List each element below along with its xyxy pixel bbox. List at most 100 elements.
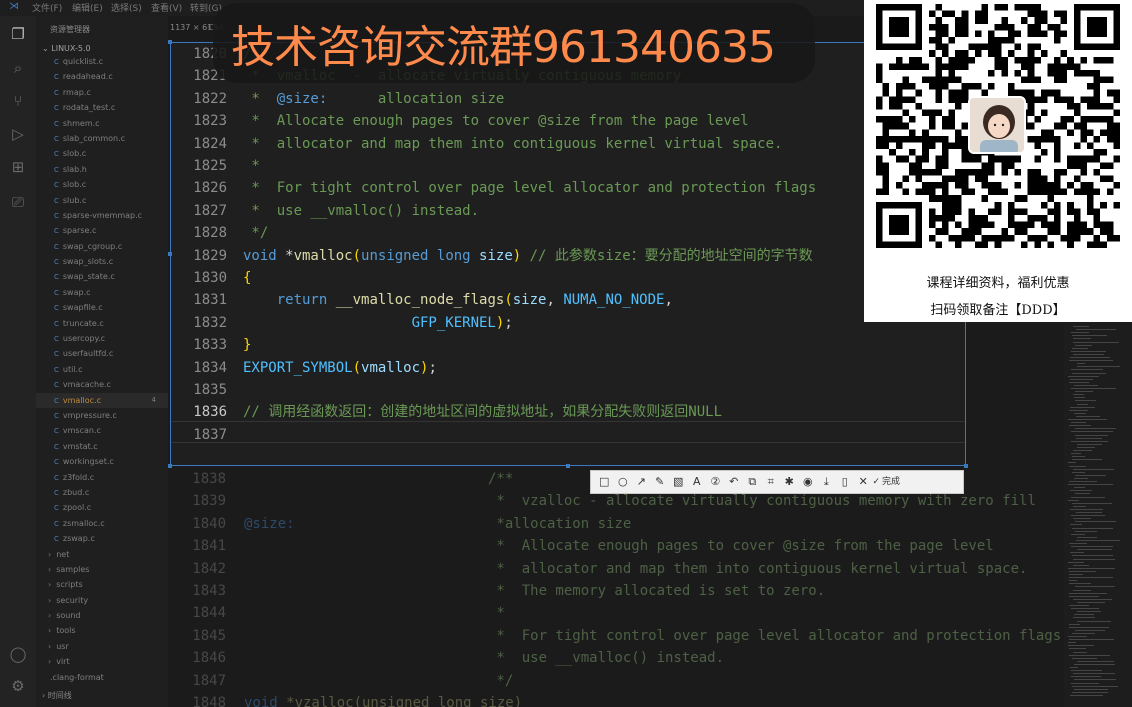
code-line[interactable]: 1847 */: [0, 670, 1064, 692]
file-item[interactable]: swap_cgroup.c: [36, 239, 168, 254]
code-line[interactable]: 1825 *: [171, 155, 961, 177]
minimap-line: [1077, 403, 1088, 405]
code-token: * For tight control over page level allo…: [243, 180, 817, 197]
minimap-line: [1074, 384, 1098, 386]
remote-explorer-icon[interactable]: ⎚: [8, 192, 28, 212]
file-item[interactable]: util.c: [36, 362, 168, 377]
file-item[interactable]: truncate.c: [36, 316, 168, 331]
code-line[interactable]: 1841 * Allocate enough pages to cover @s…: [0, 535, 1064, 557]
file-item[interactable]: slub.c: [36, 193, 168, 208]
code-text: */: [243, 222, 268, 244]
code-line[interactable]: 1846 * use __vmalloc() instead.: [0, 647, 1064, 669]
selection-handle-br[interactable]: [964, 464, 968, 468]
undo-icon[interactable]: ↶: [725, 473, 744, 491]
code-line[interactable]: 1837: [171, 424, 961, 446]
minimap-line: [1069, 574, 1083, 575]
code-line[interactable]: 1836 // 调用经函数返回：创建的地址区间的虚拟地址，如果分配失败则返回NUL…: [171, 401, 961, 423]
file-item[interactable]: vmstat.c: [36, 439, 168, 454]
selection-handle-bc[interactable]: [566, 464, 570, 468]
workspace-root-folder[interactable]: ⌄ LINUX-5.0: [42, 44, 91, 53]
ellipse-icon[interactable]: ○: [614, 473, 633, 491]
file-item[interactable]: readahead.c: [36, 69, 168, 84]
line-number: 1830: [193, 270, 227, 286]
file-item[interactable]: sparse.c: [36, 223, 168, 238]
code-line[interactable]: 1827 * use __vmalloc() instead.: [171, 200, 961, 222]
code-text: {: [243, 267, 251, 289]
file-item[interactable]: swap.c: [36, 285, 168, 300]
file-item[interactable]: shmem.c: [36, 116, 168, 131]
mosaic-icon[interactable]: ▧: [669, 473, 688, 491]
code-line[interactable]: 1848 void *vzalloc(unsigned long size): [0, 692, 1064, 707]
file-item[interactable]: rodata_test.c: [36, 100, 168, 115]
menu-view[interactable]: 查看(V): [151, 1, 182, 14]
explorer-header: 资源管理器: [50, 25, 90, 34]
file-item[interactable]: rmap.c: [36, 85, 168, 100]
selection-handle-ml[interactable]: [168, 252, 172, 256]
ocr-icon[interactable]: ⌗: [762, 473, 781, 491]
file-item[interactable]: slob.c: [36, 146, 168, 161]
color-icon[interactable]: ◉: [799, 473, 818, 491]
file-item[interactable]: vmacache.c: [36, 377, 168, 392]
file-item[interactable]: vmalloc.c 4: [36, 392, 168, 408]
code-line[interactable]: 1829 void *vmalloc(unsigned long size) //…: [171, 245, 961, 267]
run-debug-icon[interactable]: ▷: [8, 124, 28, 144]
menu-edit[interactable]: 编辑(E): [72, 1, 103, 14]
done-button[interactable]: ✓ 完成: [873, 473, 907, 491]
explorer-files-icon[interactable]: ❐: [8, 24, 28, 44]
cancel-icon[interactable]: ✕: [854, 473, 873, 491]
pin-icon[interactable]: ⧉: [743, 473, 762, 491]
extensions-icon[interactable]: ⊞: [8, 157, 28, 177]
file-item[interactable]: vmscan.c: [36, 423, 168, 438]
file-item[interactable]: sparse-vmemmap.c: [36, 208, 168, 223]
code-line[interactable]: 1831 return __vmalloc_node_flags(size, N…: [171, 289, 961, 311]
pen-icon[interactable]: ✎: [651, 473, 670, 491]
code-line[interactable]: 1832 GFP_KERNEL);: [171, 312, 961, 334]
file-item[interactable]: slab_common.c: [36, 131, 168, 146]
selection-handle-tl[interactable]: [168, 40, 172, 44]
code-line[interactable]: 1824 * allocator and map them into conti…: [171, 133, 961, 155]
file-item[interactable]: swapfile.c: [36, 300, 168, 315]
file-item[interactable]: usercopy.c: [36, 331, 168, 346]
code-line[interactable]: 1835: [171, 379, 961, 401]
screenshot-selection-region[interactable]: 1820/**1821 * vmalloc - allocate virtual…: [170, 42, 966, 466]
minimap-line: [1077, 611, 1101, 613]
file-item[interactable]: userfaultfd.c: [36, 346, 168, 361]
file-item[interactable]: quicklist.c: [36, 54, 168, 69]
menu-file[interactable]: 文件(F): [32, 1, 62, 14]
selection-handle-bl[interactable]: [168, 464, 172, 468]
code-line[interactable]: 1844 *: [0, 602, 1064, 624]
file-item[interactable]: swap_slots.c: [36, 254, 168, 269]
file-item[interactable]: slob.c: [36, 177, 168, 192]
file-item[interactable]: vmpressure.c: [36, 408, 168, 423]
minimap-line: [1077, 620, 1111, 622]
code-line[interactable]: 1822 * @size: allocation size: [171, 88, 961, 110]
translate-icon[interactable]: ✱: [780, 473, 799, 491]
code-line[interactable]: 1834 EXPORT_SYMBOL(vmalloc);: [171, 357, 961, 379]
file-item[interactable]: slab.h: [36, 162, 168, 177]
code-line[interactable]: 1830 {: [171, 267, 961, 289]
file-item-label: vmalloc.c: [62, 395, 101, 405]
rect-icon[interactable]: □: [595, 473, 614, 491]
search-icon[interactable]: ⌕: [8, 58, 28, 78]
code-line[interactable]: 1826 * For tight control over page level…: [171, 177, 961, 199]
minimap-line: [1073, 598, 1112, 600]
save-icon[interactable]: ⤓: [817, 473, 836, 491]
code-line[interactable]: 1828 */: [171, 222, 961, 244]
source-control-icon[interactable]: ⑂: [8, 91, 28, 111]
minimap[interactable]: [1064, 322, 1132, 707]
file-item[interactable]: swap_state.c: [36, 269, 168, 284]
arrow-icon[interactable]: ↗: [632, 473, 651, 491]
text-icon[interactable]: A: [688, 473, 707, 491]
code-line[interactable]: 1842 * allocator and map them into conti…: [0, 558, 1064, 580]
code-line[interactable]: 1845 * For tight control over page level…: [0, 625, 1064, 647]
code-text: * use __vmalloc() instead.: [243, 200, 479, 222]
minimap-line: [1071, 608, 1099, 610]
menu-selection[interactable]: 选择(S): [111, 1, 142, 14]
code-line[interactable]: 1840 * @size: allocation size: [0, 513, 1064, 535]
number-icon[interactable]: ②: [706, 473, 725, 491]
code-line[interactable]: 1843 * The memory allocated is set to ze…: [0, 580, 1064, 602]
code-line[interactable]: 1823 * Allocate enough pages to cover @s…: [171, 110, 961, 132]
copy-icon[interactable]: ▯: [836, 473, 855, 491]
file-item-label: slub.c: [62, 195, 87, 205]
code-line[interactable]: 1833}: [171, 334, 961, 356]
